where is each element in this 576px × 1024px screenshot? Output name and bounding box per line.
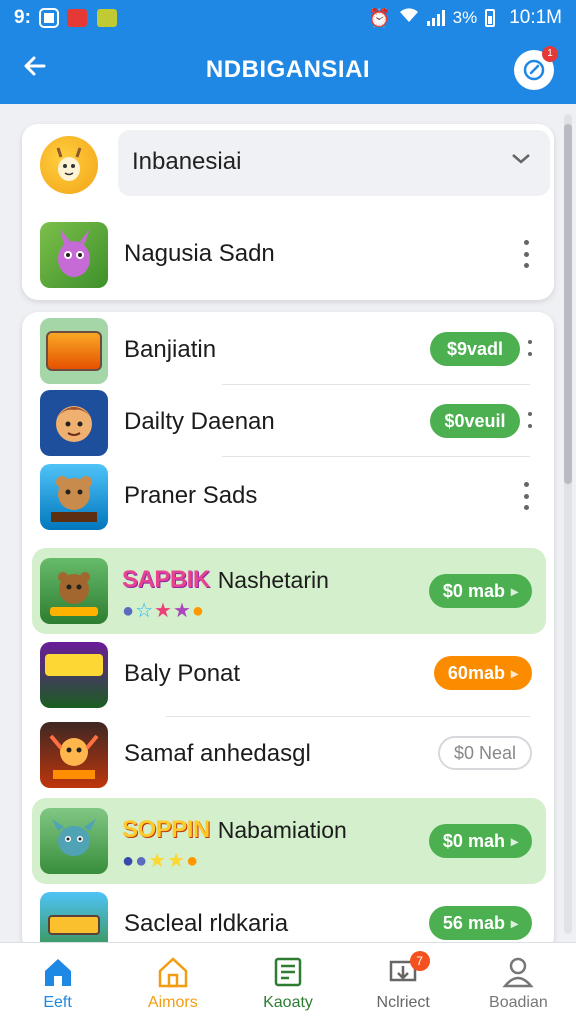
nav-tab-home[interactable]: Eeft xyxy=(0,943,115,1024)
price-label: $0 Neal xyxy=(453,742,516,763)
nav-label: Aimors xyxy=(147,993,198,1011)
notification-mail-icon xyxy=(66,9,87,27)
alarm-icon: ⏰ xyxy=(368,7,391,28)
back-arrow-icon[interactable] xyxy=(22,52,62,88)
app-title: NDBIGANSIAI xyxy=(205,56,371,83)
nav-label: Nclriect xyxy=(376,993,430,1011)
category-dropdown[interactable]: Inbanesiai xyxy=(22,124,554,198)
featured-title-group: SAPBIK Nashetarin xyxy=(122,566,329,594)
battery-icon xyxy=(485,9,496,27)
notification-photo-icon xyxy=(96,9,117,27)
list-item-title: Samaf anhedasgl xyxy=(124,740,311,767)
price-button[interactable]: $0 mah ▸ xyxy=(428,824,532,858)
featured-list-item[interactable]: SAPBIK Nashetarin ●☆★★● $0 mab ▸ xyxy=(22,552,554,632)
price-button[interactable]: $0 Neal xyxy=(437,736,532,770)
list-item[interactable]: Dailty Daenan $0veuil xyxy=(22,384,554,460)
price-label: 60mab xyxy=(447,662,505,683)
promo-tag: SOPPIN xyxy=(122,816,210,843)
promo-tag: SAPBIK xyxy=(122,566,210,593)
rating-stars: ●☆★★● xyxy=(122,600,205,622)
bottom-navigation: Eeft Aimors Kaoaty 7 Nclriect Boadian xyxy=(0,942,576,1024)
price-label: 56 mab xyxy=(442,912,505,933)
rating-stars: ●●★★● xyxy=(122,850,200,872)
notification-badge: 7 xyxy=(409,951,430,971)
game-thumbnail xyxy=(40,390,108,456)
price-label: $9vadl xyxy=(446,338,504,359)
featured-list-item[interactable]: SOPPIN Nabamiation ●●★★● $0 mah ▸ xyxy=(22,802,554,882)
game-list: Banjiatin $9vadl Dailty Daenan $0veuil P… xyxy=(22,312,554,952)
more-menu-icon[interactable] xyxy=(522,482,530,510)
price-button[interactable]: $0veuil xyxy=(430,404,520,438)
list-item-title: Nabamiation xyxy=(217,816,347,843)
more-menu-icon[interactable] xyxy=(522,240,530,268)
list-item-title: Sacleal rldkaria xyxy=(124,910,289,937)
pinned-item-title: Nagusia Sadn xyxy=(124,240,275,267)
nav-tab-boadian[interactable]: Boadian xyxy=(461,943,576,1024)
person-icon xyxy=(502,957,535,987)
status-left-text: 9: xyxy=(14,7,31,28)
notification-app-icon xyxy=(38,8,59,28)
scrollbar-thumb[interactable] xyxy=(564,124,572,484)
list-item-title: Nashetarin xyxy=(217,566,329,593)
price-label: $0 mah xyxy=(442,830,505,851)
list-item[interactable]: Praner Sads xyxy=(22,458,554,534)
chevron-down-icon[interactable] xyxy=(510,146,532,172)
list-item[interactable]: Banjiatin $9vadl xyxy=(22,312,554,388)
wifi-icon xyxy=(399,7,419,29)
price-button[interactable]: $0 mab ▸ xyxy=(428,574,532,608)
chevron-right-icon: ▸ xyxy=(510,664,518,681)
chevron-right-icon: ▸ xyxy=(510,914,518,931)
featured-title-group: SOPPIN Nabamiation xyxy=(122,816,347,844)
dropdown-label: Inbanesiai xyxy=(132,148,242,175)
list-item-title: Dailty Daenan xyxy=(124,408,275,435)
chevron-right-icon: ▸ xyxy=(510,832,518,849)
battery-percent: 3% xyxy=(452,8,478,27)
list-item-title: Banjiatin xyxy=(124,336,217,363)
game-thumbnail xyxy=(40,558,108,624)
more-menu-icon[interactable] xyxy=(528,340,534,356)
list-item[interactable]: Baly Ponat 60mab ▸ xyxy=(22,636,554,712)
share-button[interactable]: 1 xyxy=(514,46,558,90)
divider xyxy=(222,456,530,457)
list-item-title: Baly Ponat xyxy=(124,660,241,687)
price-label: $0veuil xyxy=(444,410,506,431)
share-icon xyxy=(523,59,545,81)
game-thumbnail xyxy=(40,722,108,788)
nav-label: Eeft xyxy=(43,993,72,1011)
game-thumbnail xyxy=(40,222,108,288)
nav-tab-nclriect[interactable]: 7 Nclriect xyxy=(346,943,461,1024)
list-item[interactable]: Samaf anhedasgl $0 Neal xyxy=(22,716,554,792)
signal-icon xyxy=(426,10,445,26)
house-outline-icon xyxy=(158,956,188,987)
status-time: 10:1M xyxy=(509,7,562,28)
avatar xyxy=(40,136,98,194)
nav-label: Kaoaty xyxy=(263,993,313,1011)
scrollbar[interactable] xyxy=(564,114,572,934)
selection-card: Inbanesiai Nagusia Sadn xyxy=(22,124,554,300)
game-thumbnail xyxy=(40,464,108,530)
game-thumbnail xyxy=(40,808,108,874)
price-button[interactable]: 56 mab ▸ xyxy=(428,906,532,940)
game-thumbnail xyxy=(40,642,108,708)
app-bar: NDBIGANSIAI 1 xyxy=(0,36,576,104)
price-label: $0 mab xyxy=(442,580,505,601)
status-bar: 9: ⏰ 3% 10:1M xyxy=(0,0,576,36)
nav-label: Boadian xyxy=(489,993,548,1011)
share-badge: 1 xyxy=(542,46,558,62)
chevron-right-icon: ▸ xyxy=(510,582,518,599)
more-menu-icon[interactable] xyxy=(528,412,534,428)
price-button[interactable]: $9vadl xyxy=(430,332,520,366)
nav-tab-kaoaty[interactable]: Kaoaty xyxy=(230,943,345,1024)
home-icon xyxy=(44,958,71,986)
news-icon xyxy=(274,957,302,986)
price-button[interactable]: 60mab ▸ xyxy=(433,656,532,690)
nav-tab-aimors[interactable]: Aimors xyxy=(115,943,230,1024)
game-thumbnail xyxy=(40,318,108,384)
list-item-title: Praner Sads xyxy=(124,482,258,509)
pinned-item[interactable]: Nagusia Sadn xyxy=(22,216,554,292)
